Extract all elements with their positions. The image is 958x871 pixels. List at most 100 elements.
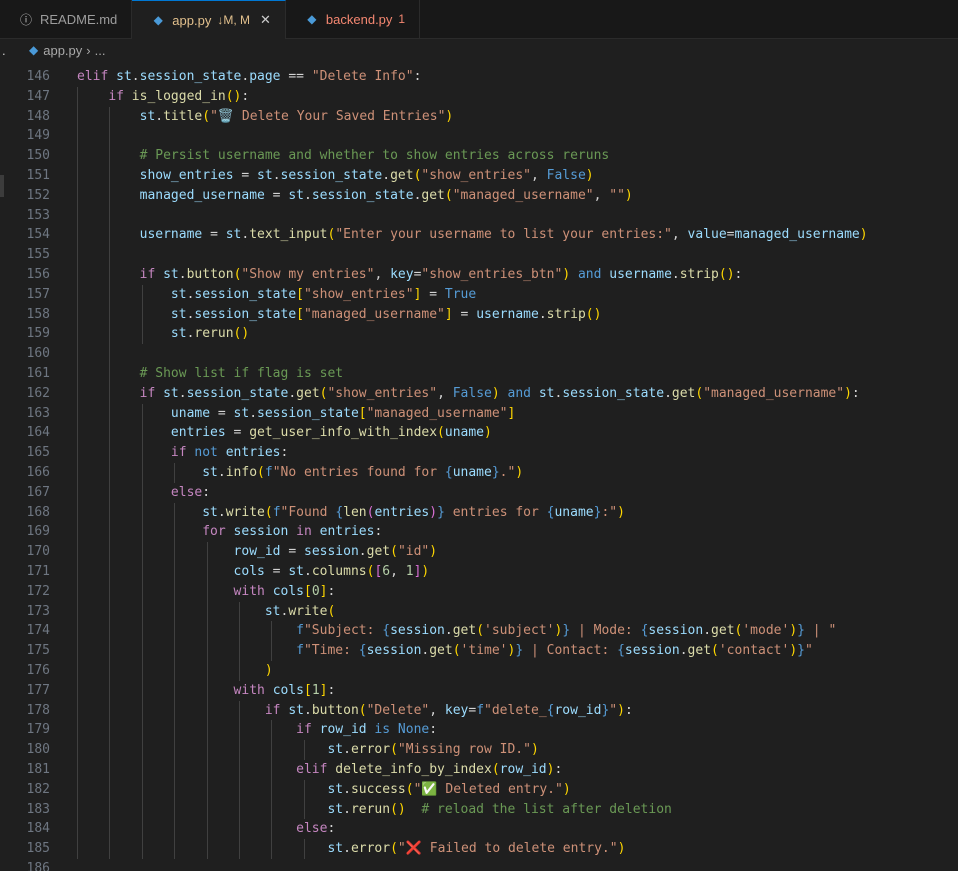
tab-readme[interactable]: ⓘ README.md (0, 0, 133, 38)
line-number: 171 (26, 564, 50, 579)
code-line: 157 st.session_state["show_entries"] = T… (0, 285, 958, 305)
line-number: 178 (26, 702, 50, 718)
code-text: username = st.text_input("Enter your use… (139, 227, 868, 243)
line-number: 183 (26, 801, 50, 817)
breadcrumb-symbols[interactable]: ... (95, 43, 106, 58)
breadcrumb-file[interactable]: app.py (43, 43, 82, 58)
line-number: 146 (26, 69, 50, 84)
code-line: 185 st.error("❌ Failed to delete entry."… (0, 839, 958, 859)
tab-status-badge: 1 (398, 12, 406, 26)
code-line: 184 else: (0, 819, 958, 839)
code-line: 171 cols = st.columns([6, 1]) (0, 562, 958, 582)
python-file-icon: ◆ (29, 43, 39, 57)
tab-label: backend.py (325, 11, 393, 27)
line-number: 154 (26, 227, 50, 243)
line-number: 179 (26, 722, 50, 738)
line-number: 181 (26, 762, 50, 777)
code-text: with cols[1]: (233, 682, 336, 698)
python-file-icon: ◆ (153, 13, 163, 27)
code-text: show_entries = st.session_state.get("sho… (139, 168, 594, 183)
code-line: 153 (0, 206, 958, 226)
line-number: 170 (26, 544, 50, 560)
code-line: 165 if not entries: (0, 443, 958, 463)
code-text: st.session_state["managed_username"] = u… (170, 306, 602, 322)
code-text: if row_id is None: (296, 722, 438, 738)
code-text: managed_username = st.session_state.get(… (139, 187, 633, 203)
code-text: f"Time: {session.get('time')} | Contact:… (296, 643, 813, 659)
code-text: uname = st.session_state["managed_userna… (170, 405, 516, 421)
code-line: 180 st.error("Missing row ID.") (0, 740, 958, 760)
code-line: 177 with cols[1]: (0, 681, 958, 701)
breadcrumb: . ◆ app.py › ... (0, 39, 958, 61)
code-text: st.error("Missing row ID.") (327, 742, 539, 758)
line-number: 153 (26, 207, 50, 223)
code-text: f"Subject: {session.get('subject')} | Mo… (296, 623, 837, 639)
line-number: 172 (26, 583, 50, 599)
chevron-right-icon: › (86, 42, 91, 58)
line-number: 149 (26, 128, 50, 144)
line-number: 159 (26, 326, 50, 342)
code-editor[interactable]: 146 elif st.session_state.page == "Delete… (0, 61, 958, 871)
line-number: 147 (26, 88, 50, 104)
python-file-icon: ◆ (307, 12, 317, 26)
code-line: 160 (0, 344, 958, 364)
line-number: 162 (26, 385, 50, 401)
code-text: ) (264, 663, 273, 678)
line-number: 155 (26, 247, 50, 263)
code-line: 176 ) (0, 661, 958, 681)
code-line: 162 if st.session_state.get("show_entrie… (0, 384, 958, 404)
editor-tab-bar: ⓘ README.md ◆ app.py ↓M, M ✕ ◆ backend.py 1 (0, 0, 958, 39)
tab-backend-py[interactable]: ◆ backend.py 1 (286, 0, 421, 38)
code-text: st.write(f"Found {len(entries)} entries … (202, 504, 625, 520)
code-text: else: (296, 821, 336, 837)
code-line: 146 elif st.session_state.page == "Delete… (0, 67, 958, 87)
code-line: 172 with cols[0]: (0, 582, 958, 602)
code-line: 156 if st.button("Show my entries", key=… (0, 265, 958, 285)
code-line: 186 (0, 859, 958, 871)
close-tab-icon[interactable]: ✕ (260, 12, 271, 28)
tab-label: README.md (40, 11, 118, 27)
code-line: 181 elif delete_info_by_index(row_id): (0, 760, 958, 780)
line-number: 185 (26, 841, 50, 857)
code-line: 182 st.success("✅ Deleted entry.") (0, 780, 958, 800)
code-text: elif st.session_state.page == "Delete In… (77, 69, 422, 84)
code-text: st.error("❌ Failed to delete entry.") (327, 841, 626, 857)
code-text: st.rerun() (170, 326, 250, 342)
line-number: 160 (26, 346, 50, 362)
code-line: 179 if row_id is None: (0, 720, 958, 740)
code-text: if st.button("Show my entries", key="sho… (139, 267, 743, 282)
code-text: st.session_state["show_entries"] = True (170, 286, 477, 302)
code-text: elif delete_info_by_index(row_id): (296, 762, 563, 777)
code-line: 168 st.write(f"Found {len(entries)} entr… (0, 503, 958, 523)
code-text: else: (170, 484, 211, 500)
code-line: 164 entries = get_user_info_with_index(u… (0, 423, 958, 443)
code-text: st.success("✅ Deleted entry.") (327, 781, 571, 797)
code-line: 148 st.title("🗑️ Delete Your Saved Entri… (0, 107, 958, 127)
code-line: 169 for session in entries: (0, 522, 958, 542)
code-line: 149 (0, 126, 958, 146)
line-number: 169 (26, 524, 50, 540)
line-number: 173 (26, 603, 50, 619)
tab-app-py[interactable]: ◆ app.py ↓M, M ✕ (132, 0, 286, 39)
code-line: 161 # Show list if flag is set (0, 364, 958, 384)
code-text: st.rerun() # reload the list after delet… (327, 801, 672, 817)
code-text: with cols[0]: (233, 583, 336, 599)
line-number: 186 (26, 861, 50, 871)
code-text: if is_logged_in(): (108, 88, 250, 104)
line-number: 184 (26, 821, 50, 837)
code-line: 159 st.rerun() (0, 324, 958, 344)
code-line: 151 show_entries = st.session_state.get(… (0, 166, 958, 186)
code-line: 183 st.rerun() # reload the list after d… (0, 800, 958, 820)
breadcrumb-dot-icon: . (2, 42, 6, 58)
code-line: 158 st.session_state["managed_username"]… (0, 305, 958, 325)
tab-label: app.py (172, 12, 212, 28)
line-number: 157 (26, 286, 50, 302)
line-number: 156 (26, 267, 50, 282)
code-line: 154 username = st.text_input("Enter your… (0, 225, 958, 245)
line-number: 180 (26, 742, 50, 758)
line-number: 161 (26, 366, 50, 381)
line-number: 175 (26, 643, 50, 659)
code-line: 166 st.info(f"No entries found for {unam… (0, 463, 958, 483)
code-text: if not entries: (170, 445, 289, 461)
info-icon: ⓘ (19, 12, 32, 27)
